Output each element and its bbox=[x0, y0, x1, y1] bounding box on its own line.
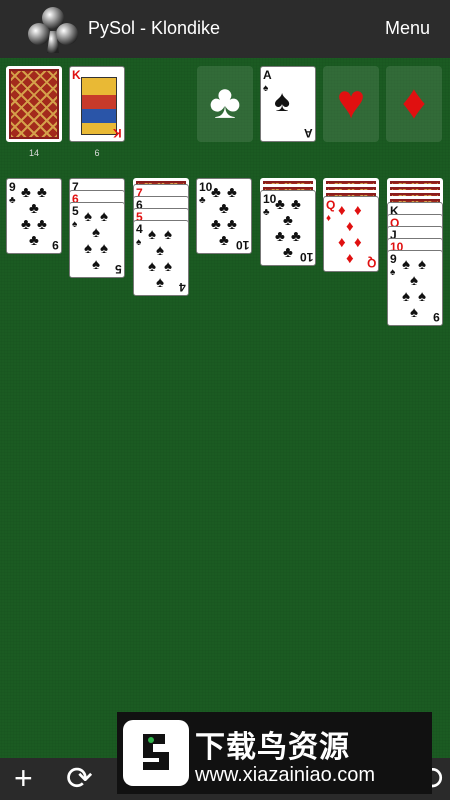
tableau-card[interactable]: 4 ♠ ♠ ♠ ♠ ♠ ♠ ♠ 4 bbox=[133, 220, 189, 296]
card-pip: ♠ bbox=[148, 258, 156, 275]
club-icon: ♣ bbox=[209, 76, 241, 129]
card-pip: ♠ bbox=[402, 256, 410, 273]
card-pip: ♠ bbox=[148, 226, 156, 243]
tableau-card[interactable]: 10 ♣ ♣ ♣ ♣ ♣ ♣ ♣ 10 bbox=[196, 178, 252, 254]
card-rank-bottom: 10 bbox=[299, 250, 313, 264]
card-pip: ♣ bbox=[21, 184, 31, 201]
card-pip: ♠ bbox=[164, 258, 172, 275]
card-pip: ♣ bbox=[227, 216, 237, 233]
card-rank-bottom: 9 bbox=[52, 238, 59, 252]
watermark-url: www.xiazainiao.com bbox=[195, 764, 376, 786]
card-pip: ♦ bbox=[354, 202, 362, 219]
watermark-banner: 下载鸟资源 www.xiazainiao.com bbox=[117, 712, 432, 794]
tableau-card[interactable]: 10 ♣ ♣ ♣ ♣ ♣ ♣ ♣ 10 bbox=[260, 190, 316, 266]
card-pip: ♦ bbox=[354, 234, 362, 251]
card-pip: ♠ bbox=[410, 272, 418, 289]
card-pip: ♣ bbox=[275, 228, 285, 245]
card-rank-bottom: Q bbox=[366, 256, 376, 270]
tableau-card[interactable]: Q ♦ ♦ ♦ ♦ ♦ ♦ ♦ Q bbox=[323, 196, 379, 272]
card-pip: ♣ bbox=[283, 244, 293, 261]
card-pip: ♣ bbox=[29, 200, 39, 217]
app-bar: PySol - Klondike Menu bbox=[0, 0, 450, 58]
card-pip: ♠ bbox=[100, 208, 108, 225]
card-rank-bottom: 9 bbox=[433, 310, 440, 324]
card-pip: ♦ bbox=[338, 234, 346, 251]
card-pip: ♠ bbox=[164, 226, 172, 243]
menu-button[interactable]: Menu bbox=[385, 18, 430, 39]
card-rank-bottom: 10 bbox=[235, 238, 249, 252]
card-suit: ♠ bbox=[136, 237, 142, 248]
app-title: PySol - Klondike bbox=[88, 18, 221, 38]
diamond-icon: ♦ bbox=[401, 76, 427, 129]
card-rank: 9 bbox=[9, 180, 16, 194]
card-pip: ♣ bbox=[29, 232, 39, 249]
card-pip: ♠ bbox=[100, 240, 108, 257]
card-pip: ♣ bbox=[291, 196, 301, 213]
card-pip: ♣ bbox=[211, 184, 221, 201]
card-rank-bottom: 4 bbox=[179, 280, 186, 294]
card-pip: ♣ bbox=[211, 216, 221, 233]
card-pip: ♣ bbox=[219, 200, 229, 217]
card-pip: ♠ bbox=[410, 304, 418, 321]
card-pip: ♠ bbox=[92, 224, 100, 241]
game-table: 14 K K 6 ♣ A ♠ ♠ A ♥ ♦ 9♣♣♣♣♣♣♣97♠6♦5♠♠♠… bbox=[0, 58, 450, 800]
card-rank: 9 bbox=[390, 252, 397, 266]
foundation-spades[interactable]: A ♠ ♠ A bbox=[260, 66, 316, 142]
card-pip: ♣ bbox=[37, 184, 47, 201]
card-pip: ♣ bbox=[21, 216, 31, 233]
foundation-diamonds[interactable]: ♦ bbox=[386, 66, 442, 142]
spade-icon: ♠ bbox=[274, 85, 290, 118]
foundation-hearts[interactable]: ♥ bbox=[323, 66, 379, 142]
card-pip: ♣ bbox=[283, 212, 293, 229]
waste-count: 6 bbox=[94, 148, 100, 158]
card-pip: ♠ bbox=[92, 256, 100, 273]
card-pip: ♦ bbox=[346, 218, 354, 235]
card-suit: ♠ bbox=[72, 219, 78, 230]
club-icon bbox=[28, 7, 78, 53]
card-pip: ♠ bbox=[84, 208, 92, 225]
card-rank: 5 bbox=[72, 204, 79, 218]
foundation-clubs[interactable]: ♣ bbox=[197, 66, 253, 142]
tableau-card[interactable]: 5 ♠ ♠ ♠ ♠ ♠ ♠ ♠ 5 bbox=[69, 202, 125, 278]
card-pip: ♦ bbox=[338, 202, 346, 219]
card-suit: ♠ bbox=[390, 267, 396, 278]
tableau-card[interactable]: 9 ♠ ♠ ♠ ♠ ♠ ♠ ♠ 9 bbox=[387, 250, 443, 326]
card-pip: ♣ bbox=[227, 184, 237, 201]
card-pip: ♦ bbox=[346, 250, 354, 267]
card-pip: ♠ bbox=[156, 274, 164, 291]
bird-logo bbox=[123, 720, 189, 786]
card-pip: ♣ bbox=[291, 228, 301, 245]
card-suit: ♣ bbox=[199, 195, 206, 206]
card-pip: ♣ bbox=[275, 196, 285, 213]
card-pip: ♠ bbox=[156, 242, 164, 259]
card-rank: 4 bbox=[136, 222, 143, 236]
card-pip: ♠ bbox=[418, 288, 426, 305]
card-pip: ♠ bbox=[84, 240, 92, 257]
card-pip: ♣ bbox=[219, 232, 229, 249]
new-game-icon[interactable]: + bbox=[14, 762, 33, 794]
stock-count: 14 bbox=[28, 148, 39, 158]
waste-rank: K bbox=[72, 68, 81, 82]
card-suit: ♦ bbox=[326, 213, 332, 224]
card-pip: ♠ bbox=[402, 288, 410, 305]
card-pip: ♣ bbox=[37, 216, 47, 233]
waste-top-card[interactable]: K K bbox=[69, 66, 125, 142]
card-pip: ♠ bbox=[418, 256, 426, 273]
card-rank: Q bbox=[326, 198, 336, 212]
tableau-card[interactable]: 9 ♣ ♣ ♣ ♣ ♣ ♣ ♣ 9 bbox=[6, 178, 62, 254]
watermark-title: 下载鸟资源 bbox=[195, 731, 350, 764]
card-suit: ♣ bbox=[9, 195, 16, 206]
king-art bbox=[81, 77, 117, 135]
heart-icon: ♥ bbox=[336, 76, 366, 129]
restart-icon[interactable]: ⟳ bbox=[66, 762, 93, 794]
card-rank-bottom: 5 bbox=[115, 262, 122, 276]
card-suit: ♣ bbox=[263, 207, 270, 218]
stock-pile[interactable] bbox=[6, 66, 62, 142]
